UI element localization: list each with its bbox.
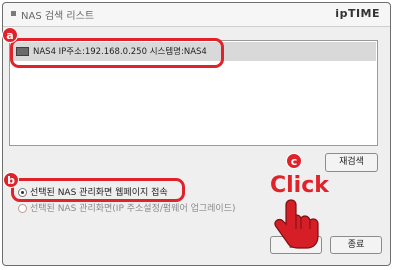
highlight-open-web-option [11,178,185,202]
rescan-button[interactable]: 재검색 [325,153,378,172]
brand-logo: ipTIME [335,7,380,20]
screenshot-stage: NAS 검색 리스트 ipTIME NAS4 IP주소:192.168.0.25… [0,0,395,270]
pointing-hand-icon [274,199,319,249]
exit-button[interactable]: 종료 [330,236,382,254]
marker-b: b [3,172,19,188]
titlebar: NAS 검색 리스트 ipTIME [3,3,390,27]
marker-a: a [2,27,18,43]
assign-ip-label: 선택된 NAS 관리화면(IP 주소설정/펌웨어 업그레이드) [30,204,236,214]
window-icon [11,11,16,16]
click-callout: Click [270,173,329,198]
assign-ip-radio[interactable] [18,204,27,213]
window-title: NAS 검색 리스트 [21,11,95,22]
marker-c: c [286,153,302,169]
option-assign-ip[interactable]: 선택된 NAS 관리화면(IP 주소설정/펌웨어 업그레이드) [18,201,236,214]
highlight-nas-row [10,38,224,68]
